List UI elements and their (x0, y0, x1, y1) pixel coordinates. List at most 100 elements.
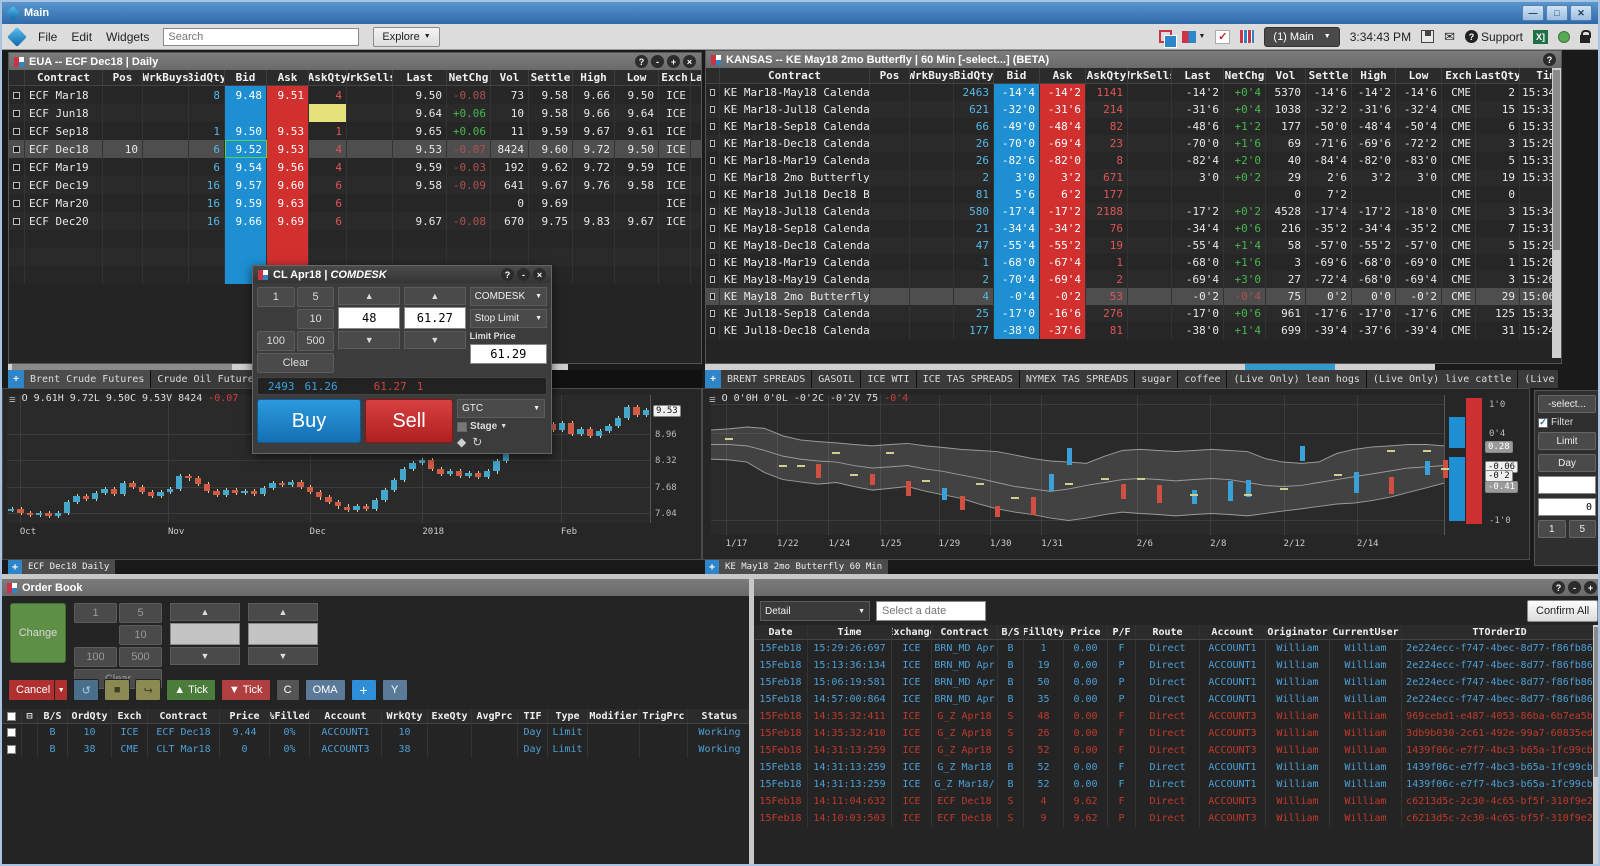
column-header[interactable]: CurrentUser (1330, 625, 1402, 640)
tick-down-button[interactable]: ▼Tick (221, 679, 271, 701)
row-expander[interactable] (706, 305, 720, 322)
mail-icon[interactable]: ✉ (1444, 30, 1455, 43)
expand-row-icon[interactable] (13, 110, 20, 117)
row-checkbox[interactable] (2, 724, 22, 741)
row-expander[interactable] (9, 122, 25, 140)
row-expander[interactable] (9, 194, 25, 212)
quantity-field[interactable] (1538, 498, 1596, 516)
price-down-button[interactable]: ▼ (404, 331, 466, 349)
column-header[interactable]: OrdQty (68, 709, 112, 724)
depth-ladder-bid-column[interactable] (1449, 395, 1465, 535)
left-chart-bottom-tab[interactable]: + ECF Dec18 Daily (8, 560, 115, 574)
expand-row-icon[interactable] (710, 89, 715, 96)
column-header[interactable]: WrkBuys (910, 68, 954, 84)
table-row[interactable]: 15Feb1815:06:19:581ICEBRN_MD AprB500.00P… (754, 674, 1594, 691)
column-header[interactable]: Account (310, 709, 382, 724)
columns-icon[interactable] (1240, 30, 1254, 43)
column-header[interactable]: WrkQty (382, 709, 428, 724)
table-row[interactable]: KE Mar18 Jul18 Dec18 Butterfly815'66'217… (706, 186, 1561, 203)
chart-tab[interactable]: BRENT SPREADS (721, 370, 812, 388)
column-header[interactable]: Settle (1306, 68, 1352, 84)
row-expander[interactable] (9, 140, 25, 158)
table-row[interactable]: KE Jul18-Sep18 Calendar25-17'0-16'6276-1… (706, 305, 1561, 322)
expand-row-icon[interactable] (710, 225, 715, 232)
stage-toggle[interactable]: Stage ▼ (457, 421, 545, 432)
column-header[interactable]: NetChg (447, 70, 491, 86)
table-row[interactable]: KE May18-Sep18 Calendar21-34'4-34'276-34… (706, 220, 1561, 237)
row-expander[interactable] (706, 118, 720, 135)
table-row[interactable]: ECF Mar1889.489.5149.50-0.08739.589.669.… (9, 86, 701, 104)
stop-icon[interactable]: ■ (104, 679, 130, 701)
sell-button[interactable]: Sell (365, 399, 453, 443)
column-header[interactable]: BidQty (954, 68, 994, 84)
expand-row-icon[interactable] (710, 327, 715, 334)
column-header[interactable]: Last (393, 70, 447, 86)
chart-tab[interactable]: GASOIL (812, 370, 861, 388)
column-header[interactable]: B/S (998, 625, 1024, 640)
table-row[interactable]: 15Feb1815:13:36:134ICEBRN_MD AprB190.00P… (754, 657, 1594, 674)
qty-10-button[interactable]: 10 (297, 309, 335, 329)
table-row[interactable]: 15Feb1814:31:13:259ICEG_Z Apr18S520.00FD… (754, 742, 1594, 759)
table-row[interactable]: ECF Dec20169.669.6969.67-0.086709.759.83… (9, 212, 701, 230)
price-up-button[interactable]: ▲ (404, 287, 466, 305)
column-header[interactable]: LastQty (1476, 68, 1520, 84)
dialog-header[interactable]: CL Apr18 | COMDESK ? - × (253, 266, 551, 283)
column-header[interactable]: FillQty (1024, 625, 1064, 640)
expand-row-icon[interactable] (13, 164, 20, 171)
chart-tab[interactable]: coffee (1178, 370, 1227, 388)
refresh-button[interactable]: C (276, 679, 300, 701)
column-header[interactable]: High (1352, 68, 1396, 84)
expand-row-icon[interactable] (13, 128, 20, 135)
row-expander[interactable] (706, 84, 720, 101)
column-header[interactable]: WrkBuys (143, 70, 189, 86)
qty-1-button[interactable]: 1 (257, 287, 295, 307)
qty-100-button[interactable]: 100 (74, 647, 117, 667)
qty-down-button[interactable]: ▼ (338, 331, 400, 349)
chart-tab[interactable]: (Live Only) lean hogs (1227, 370, 1366, 388)
workspace-selector[interactable]: (1) Main ▼ (1264, 27, 1339, 47)
refresh-icon[interactable]: ↻ (472, 435, 482, 449)
fills-vertical-scrollbar[interactable] (1593, 625, 1600, 865)
expand-row-icon[interactable] (710, 208, 715, 215)
price-up-button[interactable]: ▲ (248, 603, 318, 621)
expand-row-icon[interactable] (710, 174, 715, 181)
column-header[interactable]: Vol (1266, 68, 1306, 84)
column-header[interactable]: Contract (148, 709, 220, 724)
expand-row-icon[interactable] (13, 182, 20, 189)
maximize-window-button[interactable]: □ (1546, 5, 1568, 21)
qty-down-button[interactable]: ▼ (170, 647, 240, 665)
column-header[interactable]: Pos (870, 68, 910, 84)
chart-tab[interactable]: sugar (1135, 370, 1178, 388)
row-expander[interactable] (9, 158, 25, 176)
table-row[interactable]: KE Jul18-Dec18 Calendar177-38'0-37'681-3… (706, 322, 1561, 339)
chart-tab[interactable]: ICE WTI (861, 370, 916, 388)
detail-mode-dropdown[interactable]: Detail▼ (760, 601, 870, 621)
cancel-dropdown[interactable]: ▼ (54, 679, 68, 701)
history-icon[interactable]: ↺ (73, 679, 99, 701)
table-row[interactable]: ECF Sep1819.509.5319.65+0.06119.599.679.… (9, 122, 701, 140)
tag-icon[interactable]: ◆ (457, 435, 466, 449)
expand-row-icon[interactable] (13, 218, 20, 225)
qty-500-button[interactable]: 500 (297, 331, 335, 351)
qty-1-button[interactable]: 1 (1538, 520, 1566, 538)
expand-icon[interactable]: + (1584, 581, 1597, 594)
expand-row-icon[interactable] (710, 310, 715, 317)
table-row[interactable]: ECF Dec181069.529.5349.53-0.0784249.609.… (9, 140, 701, 158)
qty-5-button[interactable]: 5 (119, 603, 162, 623)
column-header[interactable]: %Filled (270, 709, 310, 724)
clear-button[interactable]: Clear (257, 353, 334, 373)
chart-tab[interactable]: Crude Oil Futures (151, 370, 266, 388)
column-header[interactable]: Bid (994, 68, 1040, 84)
support-button[interactable]: ? Support (1465, 30, 1523, 44)
column-header[interactable]: Exch (112, 709, 148, 724)
column-header[interactable]: Ask (267, 70, 309, 86)
column-header[interactable]: LastQty (691, 70, 702, 86)
qty-5-button[interactable]: 5 (1569, 520, 1597, 538)
explore-button[interactable]: Explore ▼ (373, 27, 439, 47)
row-expander[interactable] (706, 101, 720, 118)
right-chart-plot[interactable] (711, 395, 1445, 535)
table-row[interactable]: 15Feb1814:35:32:411ICEG_Z Apr18S480.00FD… (754, 708, 1594, 725)
column-header[interactable]: Exch (1442, 68, 1476, 84)
tif-button[interactable]: Day (1538, 454, 1596, 472)
row-expander[interactable] (706, 254, 720, 271)
